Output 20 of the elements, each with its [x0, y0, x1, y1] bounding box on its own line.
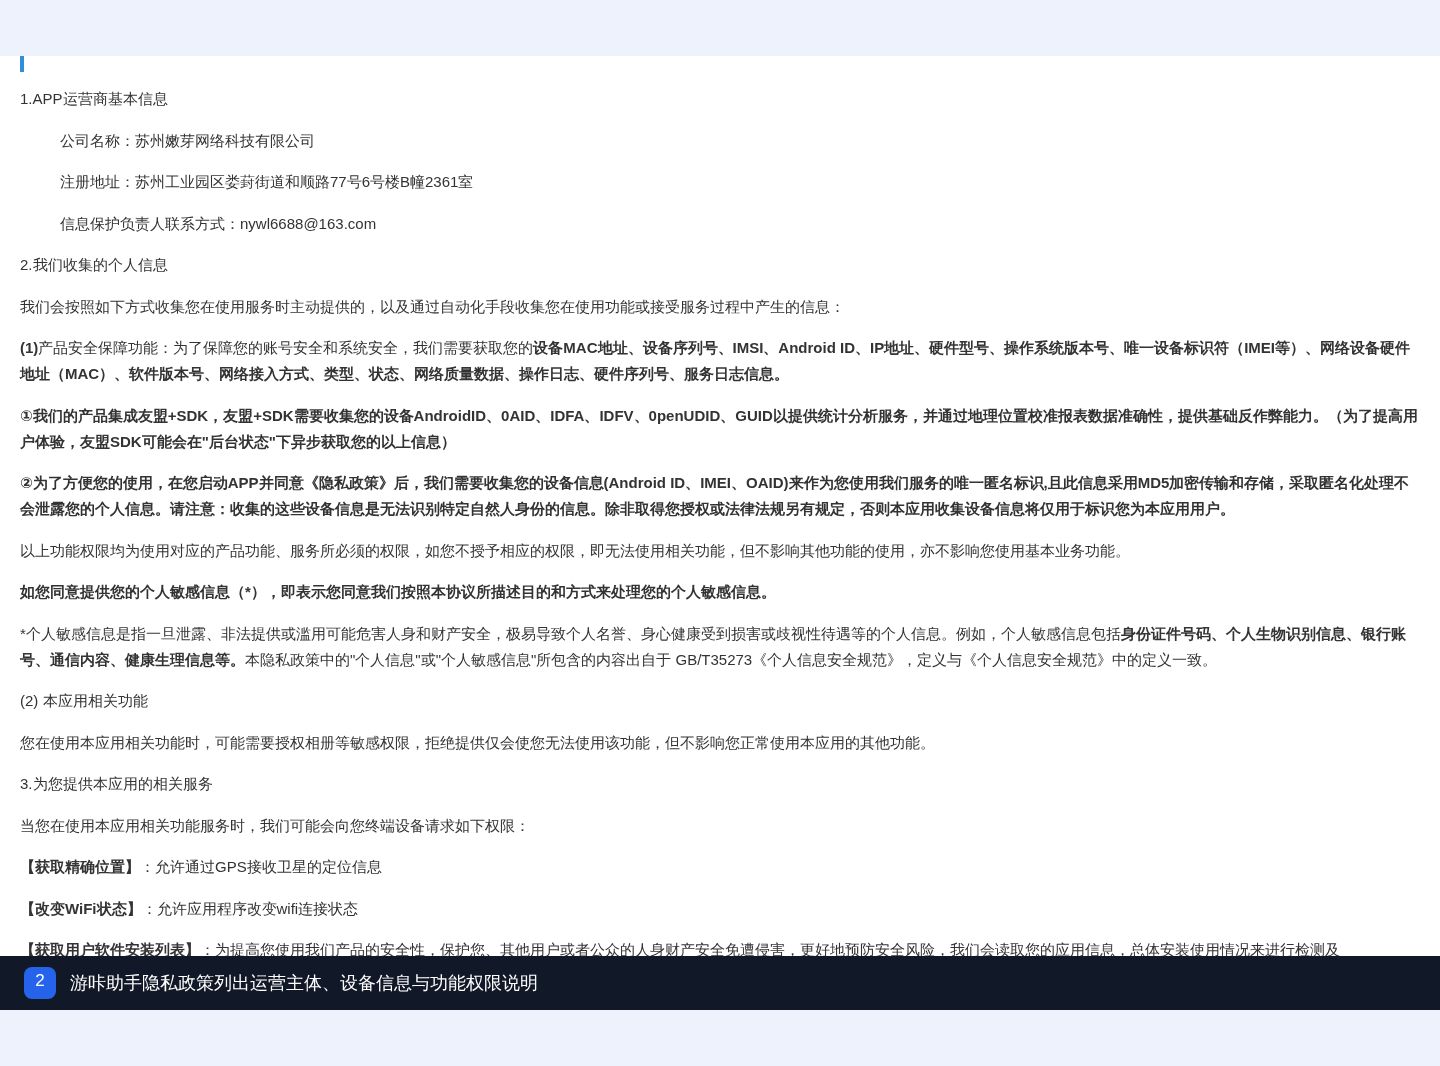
paragraph: 【改变WiFi状态】：允许应用程序改变wifi连接状态 — [20, 899, 359, 917]
paragraph: 3.为您提供本应用的相关服务 — [20, 775, 213, 792]
paragraph: 当您在使用本应用相关功能服务时，我们可能会向您终端设备请求如下权限： — [20, 816, 530, 834]
info-line: 注册地址：苏州工业园区娄葑街道和顺路77号6号楼B幢2361室 — [60, 173, 474, 190]
paragraph: 1.APP运营商基本信息 — [20, 90, 168, 107]
caption-text: 游咔助手隐私政策列出运营主体、设备信息与功能权限说明 — [70, 972, 538, 995]
paragraph: *个人敏感信息是指一旦泄露、非法提供或滥用可能危害人身和财产安全，极易导致个人名誉、身心健康受到损害或歧视性待遇等的个人信息。例如，个人敏感信息包括身份证件号码、个人生物识别信息、银行账号、通信内容、健康生理信息等。本隐私政策中的"个人信息"或"个人敏感信息"所包含的内容出自于 GB/T35273《个人信息安全规范》，定义与《个人信息安全规范》中的定义一致。 — [20, 624, 1406, 668]
paragraph: 如您同意提供您的个人敏感信息（*），即表示您同意我们按照本协议所描述目的和方式来处理您的个人敏感信息。 — [20, 583, 776, 600]
paragraph: 以上功能权限均为使用对应的产品功能、服务所必须的权限，如您不授予相应的权限，即无法使用相关功能，但不影响其他功能的使用，亦不影响您使用基本业务功能。 — [20, 541, 1130, 559]
paragraph: (2) 本应用相关功能 — [20, 692, 148, 709]
paragraph: ①我们的产品集成友盟+SDK，友盟+SDK需要收集您的设备AndroidID、0AID、IDFA、IDFV、0penUDID、GUID以提供统计分析服务，并通过地理位置校准报表数据准确性，提供基础反作弊能力。（为了提高用户体验，友盟SDK可能会在"后台状态"下异步获取您的以上信息） — [20, 406, 1418, 450]
paragraph: 我们会按照如下方式收集您在使用服务时主动提供的，以及通过自动化手段收集您在使用功能或接受服务过程中产生的信息： — [20, 297, 845, 315]
paragraph: (1)产品安全保障功能：为了保障您的账号安全和系统安全，我们需要获取您的设备MAC地址、设备序列号、IMSI、Android ID、IP地址、硬件型号、操作系统版本号、唯一设备标识符（IMEI等）、网络设备硬件地址（MAC）、软件版本号、网络接入方式、类型、状态、网络质量数据、操作日志、硬件序列号、服务日志信息。 — [20, 339, 1410, 382]
paragraph: 您在使用本应用相关功能时，可能需要授权相册等敏感权限，拒绝提供仅会使您无法使用该功能，但不影响您正常使用本应用的其他功能。 — [20, 733, 935, 751]
paragraph: ②为了方便您的使用，在您启动APP并同意《隐私政策》后，我们需要收集您的设备信息(Android ID、IMEI、OAID)来作为您使用我们服务的唯一匿名标识,且此信息采用MD5加密传输和存储，采取匿名化处理不会泄露您的个人信息。请注意：收集的这些设备信息是无法识别特定自然人身份的信息。除非取得您授权或法律法规另有规定，否则本应用收集设备信息将仅用于标识您为本应用用户。 — [20, 474, 1410, 517]
step-number: 2 — [24, 967, 56, 999]
info-line: 公司名称：苏州嫩芽网络科技有限公司 — [60, 131, 315, 149]
info-line: 信息保护负责人联系方式：nywl6688@163.com — [60, 214, 377, 232]
paragraph: 2.我们收集的个人信息 — [20, 256, 168, 273]
paragraph: 【获取精确位置】：允许通过GPS接收卫星的定位信息 — [20, 858, 382, 875]
